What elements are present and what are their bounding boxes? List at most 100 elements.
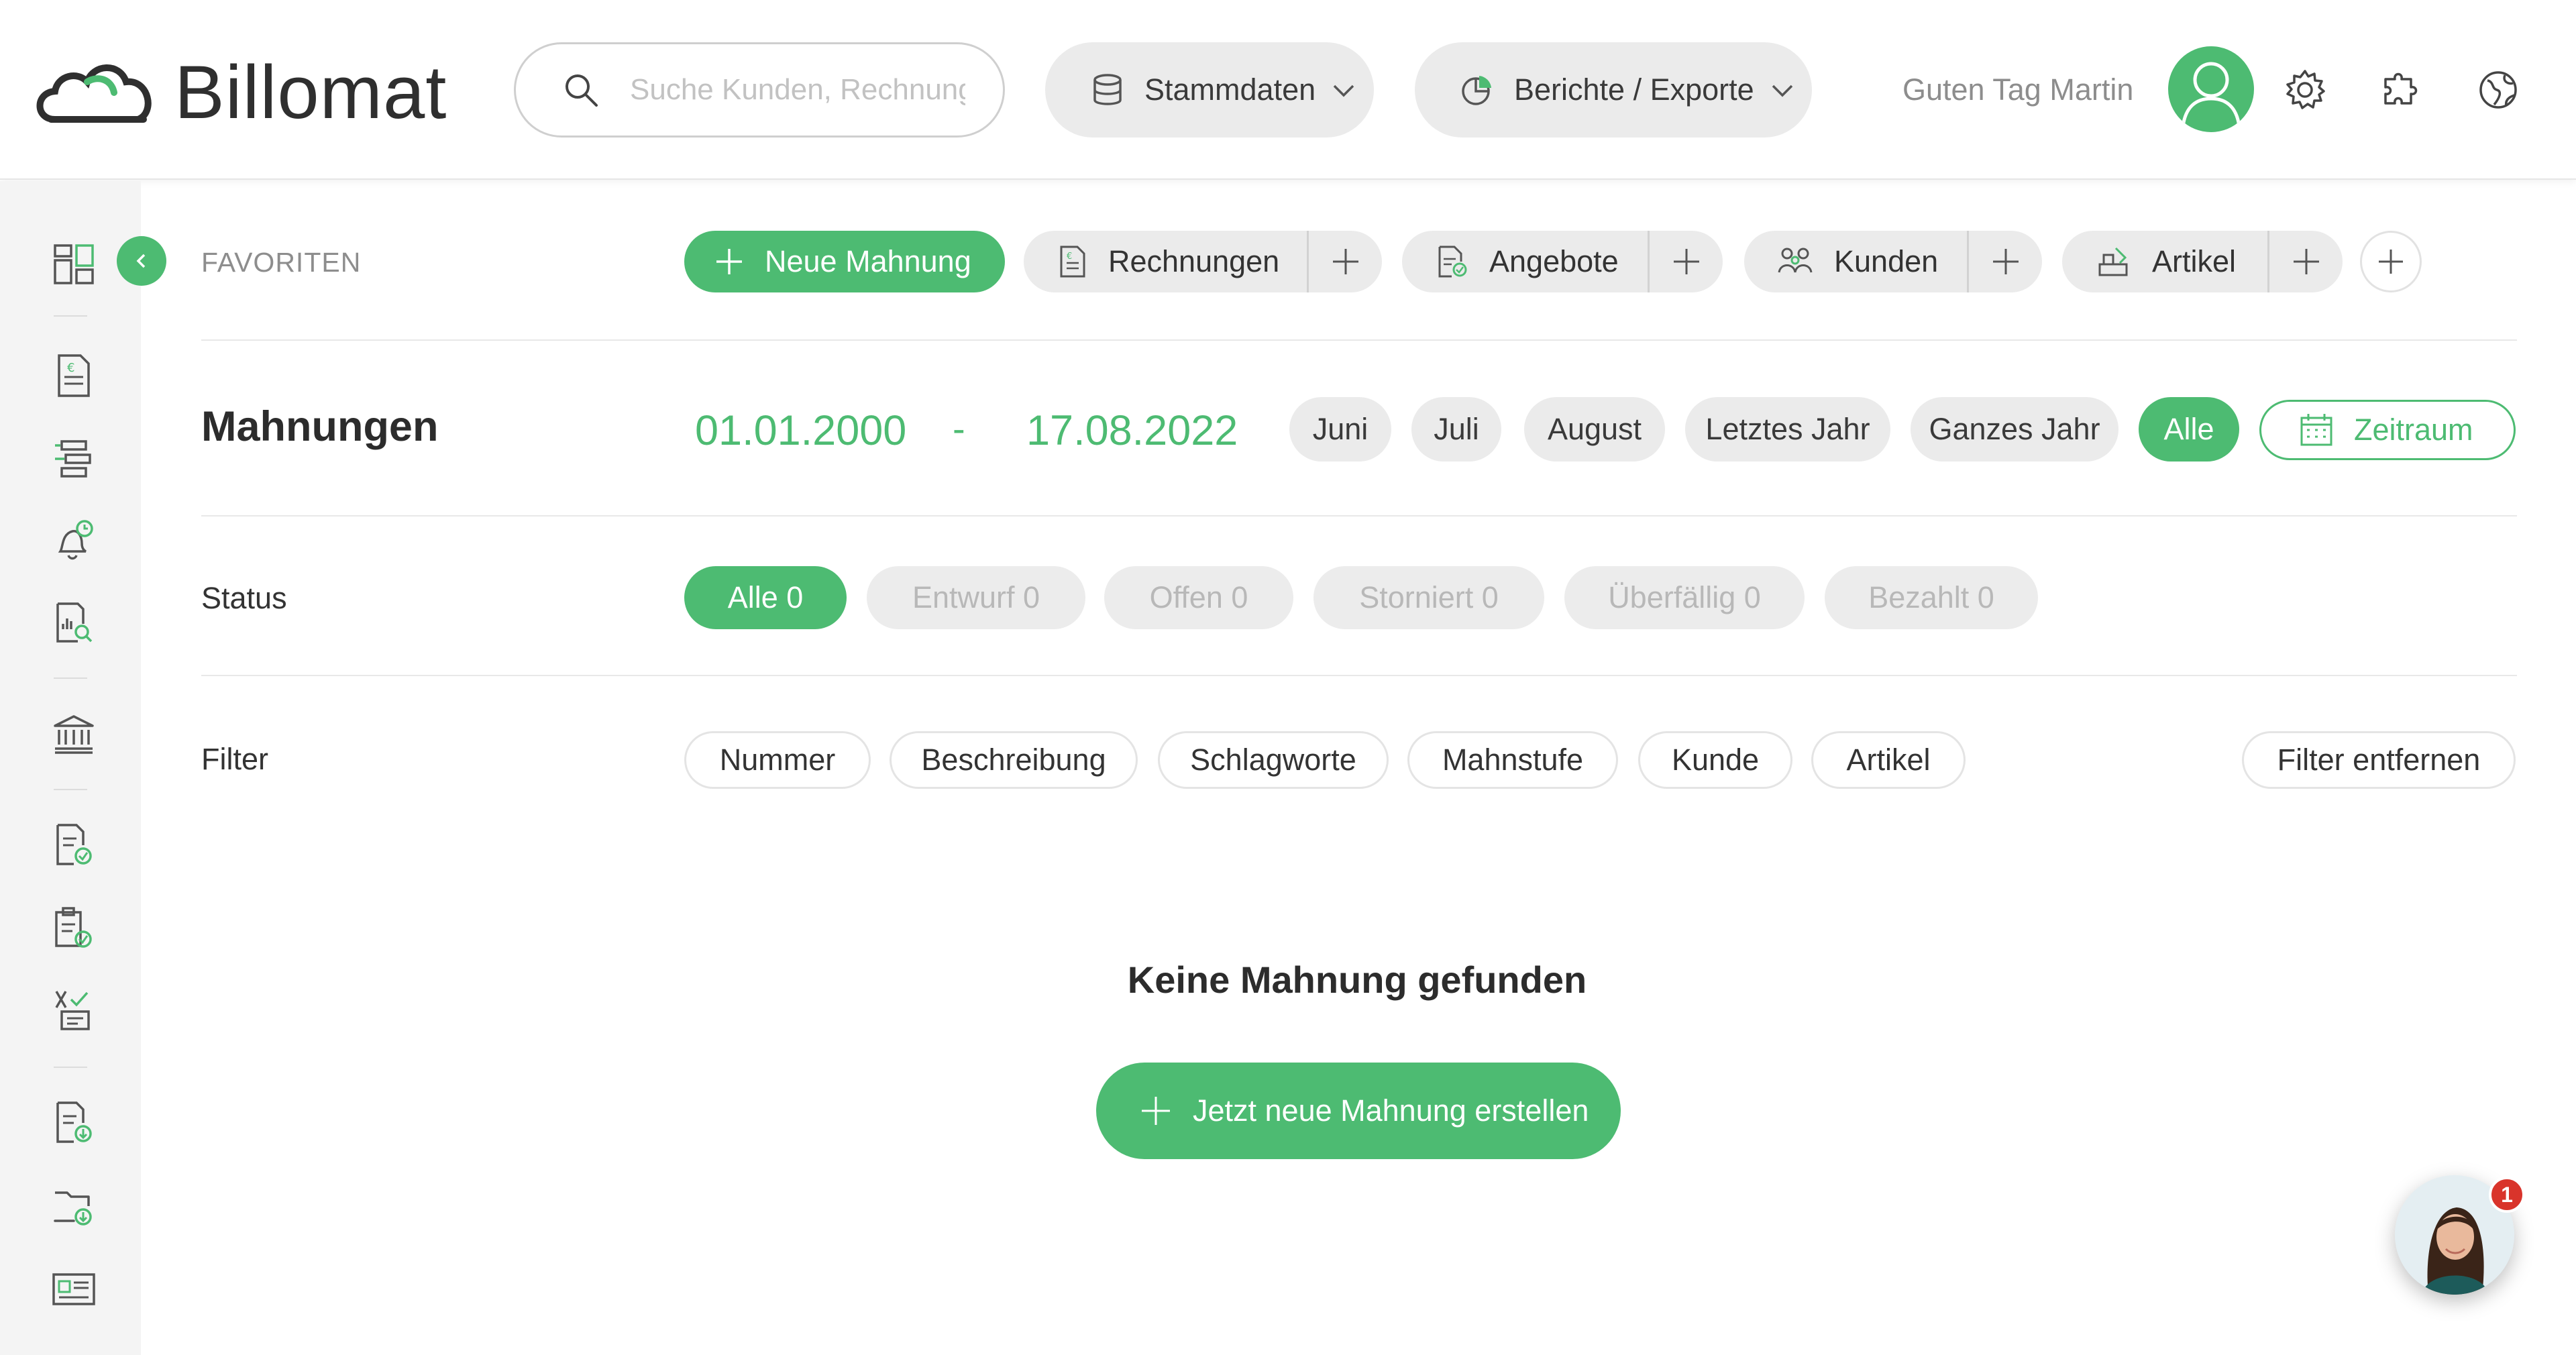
sidebar-divider	[54, 789, 87, 790]
status-offen[interactable]: Offen 0	[1104, 566, 1293, 629]
invoice-icon[interactable]: €	[51, 353, 97, 398]
range-letztes-jahr[interactable]: Letztes Jahr	[1685, 397, 1890, 462]
create-dunning-button[interactable]: Jetzt neue Mahnung erstellen	[1096, 1063, 1621, 1159]
range-alle[interactable]: Alle	[2139, 397, 2239, 462]
favorite-artikel: Artikel	[2062, 231, 2343, 292]
new-dunning-label: Neue Mahnung	[765, 244, 971, 278]
bank-icon[interactable]	[51, 711, 97, 757]
user-avatar[interactable]	[2168, 46, 2254, 132]
date-from[interactable]: 01.01.2000	[695, 406, 906, 455]
status-entwurf[interactable]: Entwurf 0	[867, 566, 1085, 629]
favorite-artikel-link[interactable]: Artikel	[2062, 231, 2236, 292]
filter-mahnstufe[interactable]: Mahnstufe	[1407, 731, 1618, 789]
search-input[interactable]	[630, 73, 965, 107]
chevron-left-icon	[136, 254, 146, 268]
customers-icon	[1778, 248, 1813, 273]
sidebar-divider	[54, 1067, 87, 1068]
favorite-artikel-label: Artikel	[2152, 244, 2237, 278]
favorite-kunden-label: Kunden	[1834, 244, 1939, 278]
sidebar-divider	[54, 678, 87, 679]
filter-kunde[interactable]: Kunde	[1638, 731, 1792, 789]
section-divider	[201, 675, 2517, 676]
folder-download-icon[interactable]	[51, 1183, 97, 1229]
new-dunning-button[interactable]: Neue Mahnung	[684, 231, 1005, 292]
database-icon	[1093, 74, 1122, 105]
filter-label: Filter	[201, 742, 268, 776]
reminder-bell-icon[interactable]	[51, 518, 97, 563]
globe-icon[interactable]	[2475, 67, 2521, 113]
favorite-angebote: Angebote	[1402, 231, 1723, 292]
clipboard-check-icon[interactable]	[51, 906, 97, 951]
search-icon	[566, 74, 598, 107]
nav-berichte-exporte[interactable]: Berichte / Exporte	[1415, 42, 1812, 138]
page-title: Mahnungen	[201, 403, 439, 450]
status-ueberfaellig[interactable]: Überfällig 0	[1564, 566, 1805, 629]
status-storniert[interactable]: Storniert 0	[1313, 566, 1544, 629]
section-divider	[201, 515, 2517, 517]
favorite-rechnungen-label: Rechnungen	[1108, 244, 1280, 278]
top-header: Billomat Stammdaten Berichte / Exporte G…	[0, 0, 2576, 180]
favorite-kunden-link[interactable]: Kunden	[1744, 231, 1938, 292]
filter-artikel[interactable]: Artikel	[1811, 731, 1966, 789]
article-icon	[2098, 247, 2128, 276]
pie-chart-icon	[1462, 76, 1491, 105]
date-separator: -	[953, 407, 965, 449]
puzzle-icon[interactable]	[2379, 67, 2424, 113]
section-divider	[201, 339, 2517, 341]
nav-berichte-label: Berichte / Exporte	[1514, 72, 1754, 107]
plus-icon	[2293, 249, 2319, 274]
status-alle[interactable]: Alle 0	[684, 566, 847, 629]
report-search-icon[interactable]	[51, 600, 97, 645]
add-artikel-button[interactable]	[2267, 231, 2343, 292]
nav-stammdaten-label: Stammdaten	[1144, 72, 1316, 107]
status-label: Status	[201, 581, 287, 615]
calendar-icon	[2300, 414, 2332, 446]
filter-beschreibung[interactable]: Beschreibung	[890, 731, 1138, 789]
sidebar-divider	[54, 315, 87, 317]
plus-icon	[716, 249, 742, 274]
workflow-icon[interactable]	[51, 436, 97, 482]
add-angebot-button[interactable]	[1648, 231, 1723, 292]
plus-icon	[1142, 1097, 1170, 1125]
range-juli[interactable]: Juli	[1411, 397, 1501, 462]
search-box[interactable]	[514, 42, 1005, 138]
clear-filter-button[interactable]: Filter entfernen	[2242, 731, 2516, 789]
id-card-icon[interactable]	[51, 1266, 97, 1312]
gear-icon[interactable]	[2282, 67, 2328, 113]
dashboard-icon[interactable]	[51, 241, 97, 287]
favorite-rechnungen-link[interactable]: € Rechnungen	[1024, 231, 1279, 292]
chat-notification-badge: 1	[2489, 1177, 2525, 1213]
offer-icon	[1438, 246, 1467, 278]
range-juni[interactable]: Juni	[1289, 397, 1391, 462]
document-check-icon[interactable]	[51, 822, 97, 868]
billomat-logo[interactable]: Billomat	[31, 48, 447, 136]
add-favorite-button[interactable]	[2360, 231, 2422, 292]
document-download-icon[interactable]	[51, 1100, 97, 1146]
plus-icon	[1673, 249, 1699, 274]
favorite-angebote-label: Angebote	[1489, 244, 1619, 278]
sidebar-collapse-button[interactable]	[117, 236, 166, 286]
plus-icon	[1332, 249, 1358, 274]
add-rechnung-button[interactable]	[1307, 231, 1382, 292]
sidebar: €	[0, 181, 141, 1355]
invoice-icon: €	[1060, 246, 1085, 278]
plus-icon	[2379, 250, 2403, 274]
nav-stammdaten[interactable]: Stammdaten	[1045, 42, 1374, 138]
plus-icon	[1992, 249, 2019, 274]
status-bezahlt[interactable]: Bezahlt 0	[1825, 566, 2038, 629]
chevron-down-icon	[1772, 85, 1792, 97]
filter-schlagworte[interactable]: Schlagworte	[1158, 731, 1389, 789]
add-kunde-button[interactable]	[1967, 231, 2042, 292]
date-to[interactable]: 17.08.2022	[1026, 406, 1238, 455]
filter-nummer[interactable]: Nummer	[684, 731, 871, 789]
custom-range-button[interactable]: Zeitraum	[2259, 400, 2516, 460]
svg-text:€: €	[1067, 252, 1072, 262]
favorite-angebote-link[interactable]: Angebote	[1402, 231, 1619, 292]
favorite-rechnungen: € Rechnungen	[1024, 231, 1382, 292]
empty-state-title: Keine Mahnung gefunden	[1127, 959, 1587, 1001]
favorite-kunden: Kunden	[1744, 231, 2042, 292]
range-august[interactable]: August	[1524, 397, 1665, 462]
app-name: Billomat	[174, 50, 447, 134]
svg-text:€: €	[67, 361, 74, 375]
range-ganzes-jahr[interactable]: Ganzes Jahr	[1911, 397, 2118, 462]
